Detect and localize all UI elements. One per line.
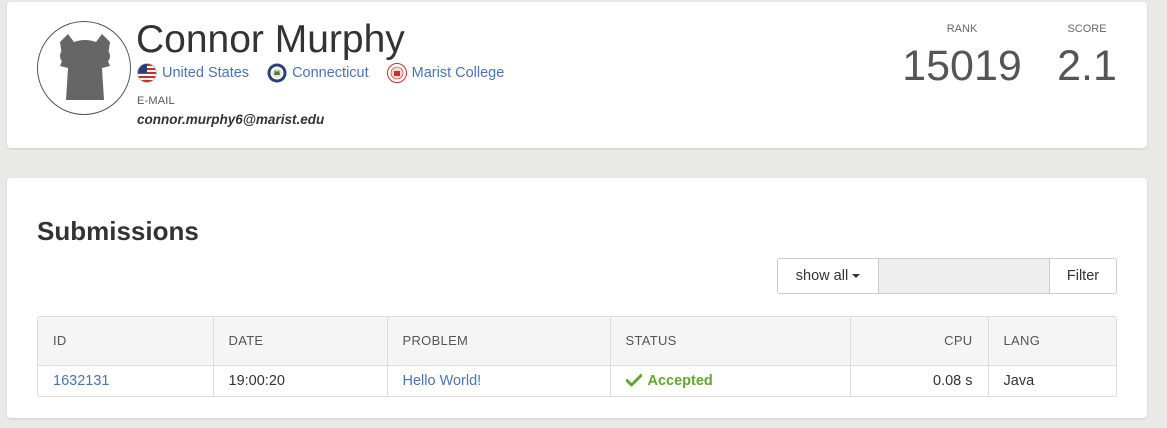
submission-lang: Java (1003, 372, 1035, 389)
email-value: connor.murphy6@marist.edu (137, 112, 325, 127)
column-header-id[interactable]: ID (38, 317, 214, 366)
rank-label: RANK (946, 23, 978, 35)
filter-input[interactable] (879, 258, 1049, 294)
column-header-problem[interactable]: PROBLEM (387, 317, 611, 366)
affiliation-country-link[interactable]: United States (162, 65, 249, 81)
column-header-status[interactable]: STATUS (610, 317, 851, 366)
email-label: E-MAIL (137, 95, 175, 107)
show-all-label: show all (795, 268, 849, 284)
status-accepted: Accepted (647, 372, 713, 389)
us-flag-icon (137, 63, 157, 83)
filter-bar: show all Filter (777, 258, 1117, 294)
problem-link[interactable]: Hello World! (403, 373, 482, 389)
submissions-table: ID DATE PROBLEM STATUS CPU LANG 1632131 … (37, 316, 1117, 397)
user-name: Connor Murphy (136, 18, 405, 61)
cat-avatar-icon (60, 34, 110, 100)
rank-value: 15019 (902, 42, 1022, 90)
checkmark-icon (625, 373, 642, 387)
affiliation-state-link[interactable]: Connecticut (292, 65, 369, 81)
marist-college-logo-icon (386, 63, 407, 83)
avatar (37, 21, 131, 115)
submissions-title: Submissions (37, 216, 199, 246)
filter-button[interactable]: Filter (1049, 258, 1117, 294)
connecticut-seal-icon (267, 63, 287, 83)
submission-id-link[interactable]: 1632131 (53, 373, 109, 389)
show-all-dropdown[interactable]: show all (777, 258, 879, 294)
affiliation-school-link[interactable]: Marist College (412, 65, 505, 81)
submissions-card: Submissions show all Filter ID DATE PROB… (7, 178, 1147, 418)
column-header-date[interactable]: DATE (213, 317, 388, 366)
affiliations: United States Connecticut Marist College (137, 62, 522, 84)
caret-down-icon (852, 274, 861, 278)
submission-status: Accepted (610, 365, 851, 396)
column-header-cpu[interactable]: CPU (850, 317, 989, 366)
affiliation-country[interactable]: United States (137, 63, 249, 83)
submission-cpu: 0.08 s (850, 365, 989, 396)
score-value: 2.1 (1057, 42, 1117, 90)
column-header-lang[interactable]: LANG (988, 317, 1116, 366)
table-header-row: ID DATE PROBLEM STATUS CPU LANG (38, 317, 1116, 366)
table-row: 1632131 19:00:20 Hello World! Accepted 0… (38, 365, 1116, 396)
score-label: SCORE (1067, 23, 1107, 35)
profile-card: Connor Murphy United States Connecticut … (7, 2, 1147, 148)
submission-date: 19:00:20 (213, 365, 388, 396)
affiliation-school[interactable]: Marist College (386, 63, 505, 83)
affiliation-state[interactable]: Connecticut (267, 63, 369, 83)
